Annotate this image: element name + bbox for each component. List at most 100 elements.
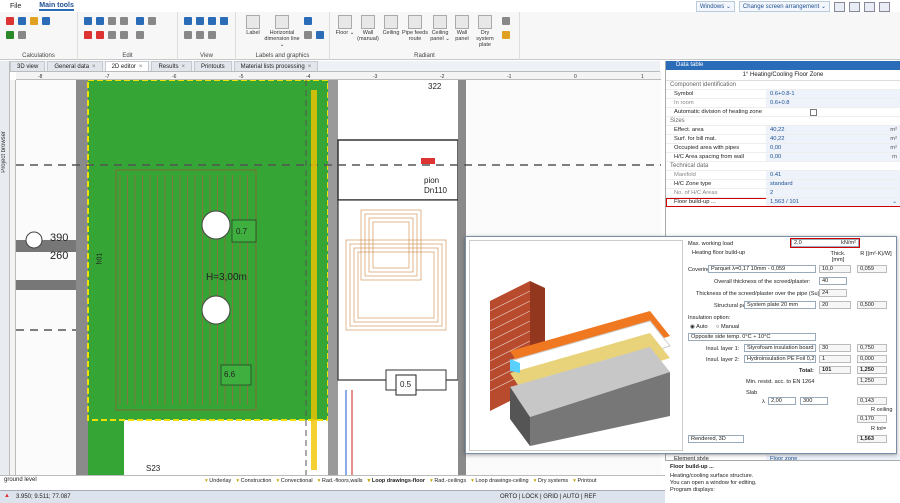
delete-icon[interactable] bbox=[84, 31, 92, 39]
copy-icon[interactable] bbox=[84, 17, 92, 25]
menu-main-tools[interactable]: Main tools bbox=[39, 2, 74, 11]
heating-zone-main[interactable] bbox=[88, 80, 328, 420]
settings-icon[interactable] bbox=[879, 1, 890, 12]
section-technical[interactable]: Technical data bbox=[666, 162, 900, 171]
print-icon[interactable] bbox=[849, 1, 860, 12]
covering-select[interactable]: Parquet λ=0,17 10mm - 0,059 bbox=[708, 265, 816, 273]
max-load-input[interactable]: 2,0 kN/m² bbox=[790, 238, 860, 248]
screed-input[interactable]: 40 bbox=[819, 277, 847, 285]
text-icon[interactable] bbox=[304, 17, 312, 25]
help-icon[interactable] bbox=[864, 1, 875, 12]
close-icon[interactable]: × bbox=[92, 64, 96, 70]
hdim-button[interactable]: Horizontal dimension line ⌄ bbox=[264, 15, 300, 48]
layers-icon[interactable] bbox=[196, 31, 204, 39]
dimension-390: 390 bbox=[50, 232, 69, 244]
slab-thick-input[interactable]: 300 bbox=[800, 397, 828, 405]
dropdown-icon[interactable]: ⌄ bbox=[892, 198, 897, 207]
manual-radio[interactable]: ○ Manual bbox=[716, 324, 739, 330]
mirror-icon[interactable] bbox=[136, 17, 144, 25]
tab-printouts[interactable]: Printouts bbox=[193, 61, 232, 71]
label-button[interactable]: Label bbox=[240, 15, 266, 36]
options-icon[interactable] bbox=[18, 31, 26, 39]
layer-convectional[interactable]: Convectional bbox=[277, 478, 313, 484]
lambda-input[interactable]: 2,00 bbox=[768, 397, 796, 405]
r-column-header: R [(m²·K)/W] bbox=[860, 251, 892, 257]
layer2-select[interactable]: Hydroinsulation PE Foil 0,2 n bbox=[744, 355, 816, 363]
windows-button[interactable]: Windows ⌄ bbox=[695, 1, 735, 12]
change-arrangement-button[interactable]: Change screen arrangement ⌄ bbox=[738, 1, 830, 12]
redo-icon[interactable] bbox=[120, 31, 128, 39]
level-selector[interactable]: ground level bbox=[4, 477, 37, 483]
row-symbol[interactable]: Symbol 0.6+0.8-1 bbox=[666, 90, 900, 99]
auto-division-checkbox[interactable] bbox=[810, 109, 817, 116]
close-icon[interactable]: × bbox=[139, 64, 143, 70]
zoom-in-icon[interactable] bbox=[184, 17, 192, 25]
ceiling-button[interactable]: Ceiling bbox=[380, 15, 402, 36]
move-icon[interactable] bbox=[108, 17, 116, 25]
calc-icon[interactable] bbox=[6, 17, 14, 25]
tab-results[interactable]: Results × bbox=[151, 61, 192, 71]
row-floor-buildup[interactable]: Floor build-up ... 1,563 / 101 ⌄ bbox=[666, 198, 900, 207]
undo-icon[interactable] bbox=[108, 31, 116, 39]
ceiling-panel-button[interactable]: Ceiling panel ⌄ bbox=[428, 15, 452, 42]
cut-icon[interactable] bbox=[96, 31, 104, 39]
layer-underlay[interactable]: Underlay bbox=[205, 478, 231, 484]
grid-icon[interactable] bbox=[208, 31, 216, 39]
zoom-window-icon[interactable] bbox=[208, 17, 216, 25]
panel-title: Data table bbox=[666, 61, 900, 70]
dry-system-button[interactable]: Dry system plate bbox=[472, 15, 498, 48]
tab-general-data[interactable]: General data × bbox=[47, 61, 103, 71]
row-zone-type[interactable]: H/C Zone type standard bbox=[666, 180, 900, 189]
row-spacing-wall[interactable]: H/C Area spacing from wall 0,00 m bbox=[666, 153, 900, 162]
layer-rad-ceilings[interactable]: Rad.-ceilings bbox=[430, 478, 466, 484]
menu-file[interactable]: File bbox=[10, 3, 21, 10]
row-auto-division[interactable]: Automatic division of heating zone bbox=[666, 108, 900, 117]
zoom-out-icon[interactable] bbox=[196, 17, 204, 25]
align-icon[interactable] bbox=[148, 17, 156, 25]
section-component[interactable]: Component identification bbox=[666, 81, 900, 90]
image-icon[interactable] bbox=[316, 31, 324, 39]
auto-radio[interactable]: ◉ Auto bbox=[690, 324, 708, 330]
pipe-feeds-button[interactable]: Pipe feeds route bbox=[402, 15, 428, 42]
section-sizes[interactable]: Sizes bbox=[666, 117, 900, 126]
warning-icon[interactable] bbox=[30, 17, 38, 25]
snap-modes[interactable]: ORTO | LOCK | GRID | AUTO | REF bbox=[500, 494, 596, 500]
zoom-all-icon[interactable] bbox=[220, 17, 228, 25]
dimension-icon bbox=[275, 15, 289, 29]
min-resist-label: Min. resist. acc. to EN 1264 bbox=[746, 379, 815, 385]
group-icon[interactable] bbox=[136, 31, 144, 39]
render-mode-select[interactable]: Rendered, 3D bbox=[688, 435, 744, 443]
paste-icon[interactable] bbox=[96, 17, 104, 25]
table-icon[interactable] bbox=[304, 31, 312, 39]
layer-loop-ceiling[interactable]: Loop drawings-ceiling bbox=[471, 478, 528, 484]
tab-2d-editor[interactable]: 2D editor × bbox=[104, 61, 150, 71]
tab-material-lists[interactable]: Material lists processing × bbox=[233, 61, 319, 71]
tab-3d-view[interactable]: 3D view bbox=[10, 61, 46, 71]
close-icon[interactable]: × bbox=[181, 64, 185, 70]
run-icon[interactable] bbox=[6, 31, 14, 39]
project-browser-tab[interactable]: Project browser bbox=[0, 61, 10, 475]
layer-printout[interactable]: Printout bbox=[573, 478, 596, 484]
layer-dry-systems[interactable]: Dry systems bbox=[534, 478, 568, 484]
wall-panel-button[interactable]: Wall panel bbox=[452, 15, 472, 42]
zone-marker[interactable] bbox=[201, 210, 231, 240]
layer1-select[interactable]: Styrofoam insulation board ( bbox=[744, 344, 816, 352]
save-icon[interactable] bbox=[834, 1, 845, 12]
check-icon[interactable] bbox=[18, 17, 26, 25]
pan-icon[interactable] bbox=[184, 31, 192, 39]
row-in-room: In room 0.6+0.8 bbox=[666, 99, 900, 108]
layer-rad-floors[interactable]: Rad.-floors,walls bbox=[318, 478, 363, 484]
floor-button[interactable]: Floor ⌄ bbox=[334, 15, 356, 36]
layer1-label: Insul. layer 1: bbox=[706, 346, 740, 352]
list-icon[interactable] bbox=[42, 17, 50, 25]
rotate-icon[interactable] bbox=[120, 17, 128, 25]
wall-manual-button[interactable]: Wall (manual) bbox=[356, 15, 380, 42]
struct-panel-select[interactable]: System plate 20 mm bbox=[744, 301, 816, 309]
layer-loop-floor[interactable]: Loop drawings-floor bbox=[368, 478, 425, 484]
radiant-more-icon[interactable] bbox=[502, 17, 510, 25]
layer-construction[interactable]: Construction bbox=[236, 478, 272, 484]
close-icon[interactable]: × bbox=[308, 64, 312, 70]
radiant-options-icon[interactable] bbox=[502, 31, 510, 39]
opposite-temp-select[interactable]: Opposite side temp. 0°C ÷ 10°C bbox=[688, 333, 816, 341]
row-manifold[interactable]: Manifold 0.41 bbox=[666, 171, 900, 180]
